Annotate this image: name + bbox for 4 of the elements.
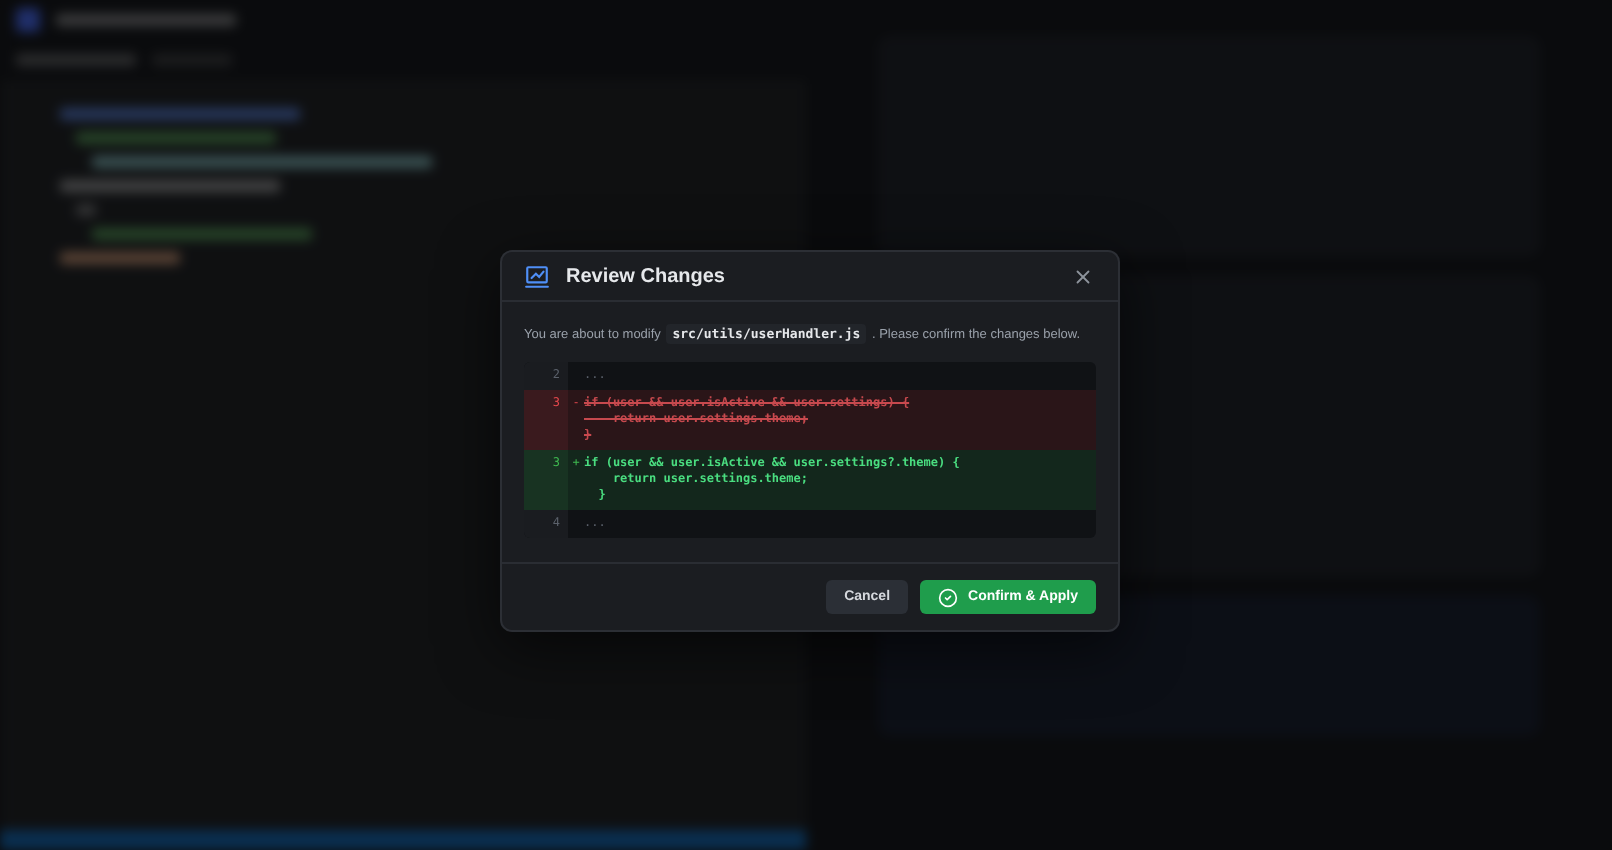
check-circle-icon bbox=[938, 587, 959, 607]
chart-edit-icon bbox=[524, 264, 550, 290]
dialog-title: Review Changes bbox=[566, 266, 727, 288]
close-button[interactable] bbox=[1072, 266, 1094, 288]
